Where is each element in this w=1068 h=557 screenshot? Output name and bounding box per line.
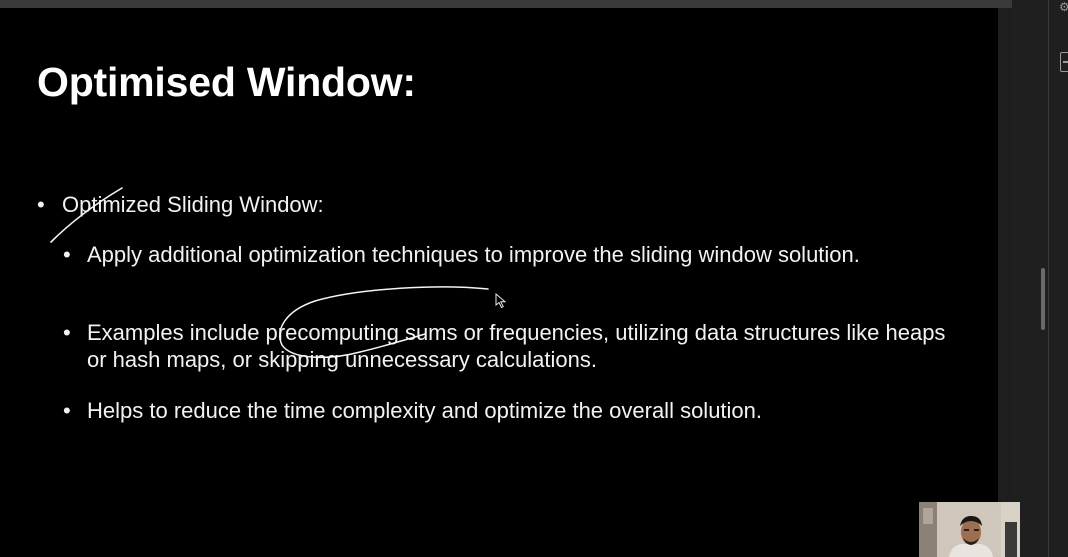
screen: Optimised Window: • Optimized Sliding Wi… (0, 0, 1068, 557)
presentation-slide: Optimised Window: • Optimized Sliding Wi… (0, 8, 998, 557)
bullet-text: Optimized Sliding Window: (62, 192, 324, 217)
mouse-cursor-icon (495, 293, 507, 309)
bullet-item-4: • Helps to reduce the time complexity an… (63, 397, 967, 424)
slide-border (998, 8, 1012, 557)
bullet-item-1: • Optimized Sliding Window: (37, 191, 324, 218)
bullet-item-3: • Examples include precomputing sums or … (63, 319, 967, 373)
gear-icon[interactable]: ⚙ (1059, 0, 1068, 14)
scrollbar-thumb[interactable] (1041, 268, 1045, 330)
panel-toggle-icon[interactable] (1060, 52, 1068, 72)
top-strip (0, 0, 1012, 8)
webcam-overlay (919, 502, 1020, 557)
bullet-dot: • (37, 192, 45, 217)
bullet-dot: • (63, 320, 71, 345)
side-panel (1012, 0, 1068, 557)
bullet-list: • Optimized Sliding Window: • Apply addi… (0, 8, 998, 557)
bullet-text: Apply additional optimization techniques… (87, 242, 860, 267)
side-panel-divider (1048, 0, 1049, 557)
bullet-dot: • (63, 398, 71, 423)
bullet-dot: • (63, 242, 71, 267)
bullet-item-2: • Apply additional optimization techniqu… (63, 241, 947, 268)
bullet-text: Examples include precomputing sums or fr… (87, 320, 946, 372)
webcam-feed (919, 502, 1020, 557)
bullet-text: Helps to reduce the time complexity and … (87, 398, 763, 423)
